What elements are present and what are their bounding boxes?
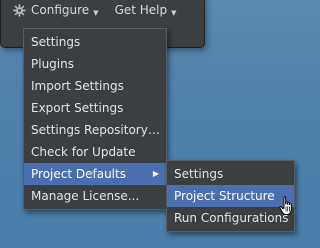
submenu-item-label: Project Structure <box>174 189 275 203</box>
menu-item-label: Settings Repository… <box>31 123 160 137</box>
menu-item-import-settings[interactable]: Import Settings <box>24 75 166 97</box>
welcome-actions: Configure ▼ Get Help ▼ <box>13 1 177 19</box>
menu-item-settings-repository[interactable]: Settings Repository… <box>24 119 166 141</box>
menu-item-check-for-update[interactable]: Check for Update <box>24 141 166 163</box>
configure-label: Configure <box>31 3 90 17</box>
submenu-item-settings[interactable]: Settings <box>167 163 294 185</box>
get-help-label: Get Help <box>114 3 168 17</box>
project-defaults-submenu: Settings Project Structure Run Configura… <box>166 160 295 232</box>
menu-item-label: Plugins <box>31 57 74 71</box>
menu-item-settings[interactable]: Settings <box>24 31 166 53</box>
hand-pointer-icon <box>279 196 292 216</box>
get-help-button[interactable]: Get Help ▼ <box>115 3 177 17</box>
submenu-item-run-configurations[interactable]: Run Configurations <box>167 207 294 229</box>
chevron-down-icon: ▼ <box>171 8 177 17</box>
menu-item-project-defaults[interactable]: Project Defaults ▶ <box>24 163 166 185</box>
gear-icon <box>13 3 26 17</box>
submenu-arrow-icon: ▶ <box>152 169 159 178</box>
submenu-item-label: Settings <box>174 167 224 181</box>
configure-button[interactable]: Configure ▼ <box>13 3 99 17</box>
menu-item-plugins[interactable]: Plugins <box>24 53 166 75</box>
menu-item-label: Manage License... <box>31 189 140 203</box>
menu-item-label: Check for Update <box>31 145 136 159</box>
menu-item-label: Settings <box>31 35 81 49</box>
submenu-item-label: Run Configurations <box>174 211 289 225</box>
configure-menu: Settings Plugins Import Settings Export … <box>23 28 167 210</box>
chevron-down-icon: ▼ <box>93 8 99 17</box>
menu-item-label: Import Settings <box>31 79 124 93</box>
submenu-item-project-structure[interactable]: Project Structure <box>167 185 294 207</box>
menu-item-label: Export Settings <box>31 101 124 115</box>
menu-item-export-settings[interactable]: Export Settings <box>24 97 166 119</box>
menu-item-label: Project Defaults <box>31 167 126 181</box>
menu-item-manage-license[interactable]: Manage License... <box>24 185 166 207</box>
